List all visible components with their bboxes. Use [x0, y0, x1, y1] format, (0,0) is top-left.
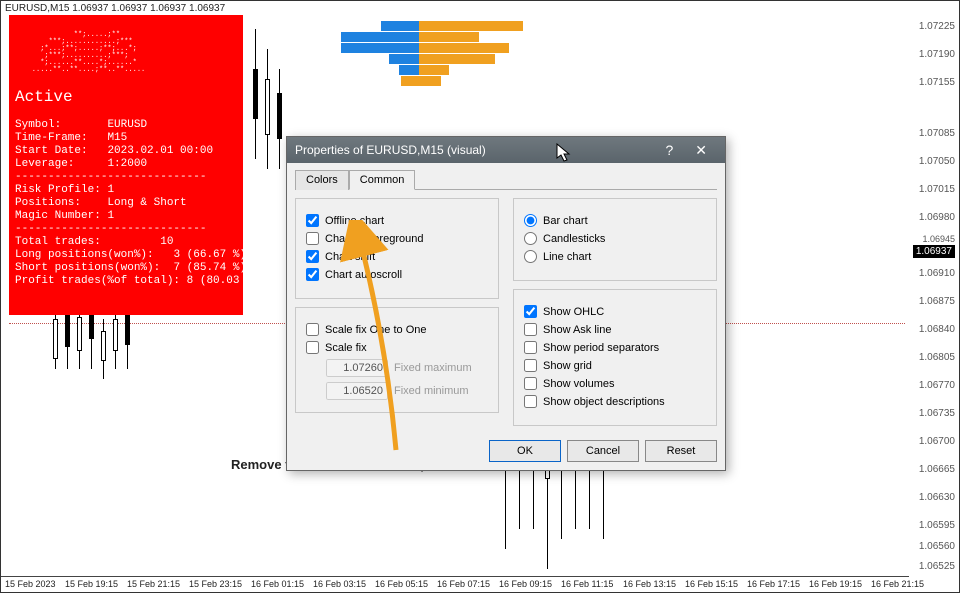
chk-scale-fix[interactable]: Scale fix — [306, 341, 488, 354]
chk-show-grid[interactable]: Show grid — [524, 359, 706, 372]
cancel-button[interactable]: Cancel — [567, 440, 639, 462]
dialog-titlebar[interactable]: Properties of EURUSD,M15 (visual) ? ✕ — [287, 137, 725, 163]
chk-chart-autoscroll[interactable]: Chart autoscroll — [306, 268, 488, 281]
reset-button[interactable]: Reset — [645, 440, 717, 462]
cursor-icon — [556, 143, 572, 168]
price-axis: 1.07225 1.07190 1.07155 1.07085 1.07050 … — [907, 21, 955, 562]
chk-show-ask[interactable]: Show Ask line — [524, 323, 706, 336]
rad-line-chart[interactable]: Line chart — [524, 250, 706, 263]
ok-button[interactable]: OK — [489, 440, 561, 462]
fixed-max-input[interactable] — [326, 359, 388, 377]
help-icon[interactable]: ? — [655, 139, 683, 161]
chk-chart-shift[interactable]: Chart shift — [306, 250, 488, 263]
properties-dialog: Properties of EURUSD,M15 (visual) ? ✕ Co… — [286, 136, 726, 471]
chk-show-ohlc[interactable]: Show OHLC — [524, 305, 706, 318]
chk-chart-foreground[interactable]: Chart on foreground — [306, 232, 488, 245]
chk-offline-chart[interactable]: Offline chart — [306, 214, 488, 227]
ea-info-panel: **;.....;** ***;............;*** ;*...;*… — [9, 15, 243, 315]
chk-show-separators[interactable]: Show period separators — [524, 341, 706, 354]
chk-show-volumes[interactable]: Show volumes — [524, 377, 706, 390]
chk-scale-1to1[interactable]: Scale fix One to One — [306, 323, 488, 336]
chart-header: EURUSD,M15 1.06937 1.06937 1.06937 1.069… — [5, 3, 225, 14]
rad-candlesticks[interactable]: Candlesticks — [524, 232, 706, 245]
close-icon[interactable]: ✕ — [685, 139, 717, 161]
dialog-title-text: Properties of EURUSD,M15 (visual) — [295, 143, 486, 157]
fixed-min-input[interactable] — [326, 382, 388, 400]
tab-common[interactable]: Common — [349, 170, 416, 190]
volume-profile — [341, 21, 521, 91]
panel-status: Active — [15, 91, 237, 104]
current-price-badge: 1.06937 — [913, 245, 955, 258]
rad-bar-chart[interactable]: Bar chart — [524, 214, 706, 227]
chk-show-object-desc[interactable]: Show object descriptions — [524, 395, 706, 408]
time-axis: 15 Feb 2023 15 Feb 19:15 15 Feb 21:15 15… — [1, 576, 909, 590]
tab-colors[interactable]: Colors — [295, 170, 349, 190]
